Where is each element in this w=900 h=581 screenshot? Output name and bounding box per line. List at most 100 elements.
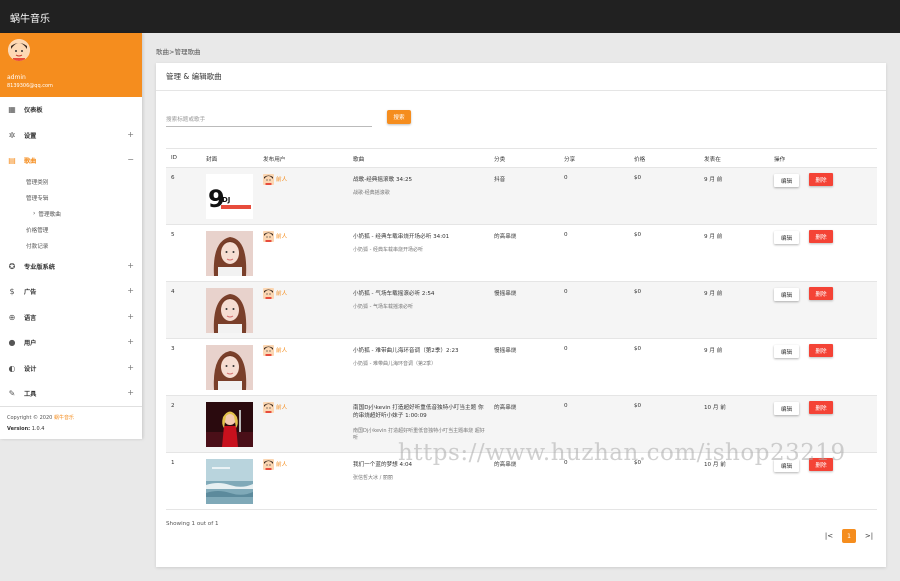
- song-title[interactable]: 我们一个蓝的梦想 4:04: [353, 460, 485, 468]
- delete-button[interactable]: 删除: [809, 344, 833, 357]
- delete-button[interactable]: 删除: [809, 173, 833, 186]
- sidebar-item-7[interactable]: ◐ 设计 +: [0, 356, 142, 382]
- song-title[interactable]: 小奶狐 - 经典车载串烧开场必听 34:01: [353, 232, 485, 240]
- cell-shares: 0: [564, 175, 568, 181]
- user-link[interactable]: 前人: [276, 291, 287, 297]
- edit-button[interactable]: 编辑: [774, 459, 799, 472]
- submenu-item-label: 管理歌曲: [38, 211, 61, 218]
- cell-user[interactable]: 前人: [263, 174, 287, 185]
- palette-icon: ◐: [8, 363, 16, 373]
- search-input[interactable]: [166, 113, 372, 127]
- expand-icon[interactable]: +: [127, 363, 134, 372]
- submenu-item-0[interactable]: 管理类别: [26, 174, 142, 190]
- sidebar-item-5[interactable]: ⊕ 语言 +: [0, 305, 142, 331]
- user-link[interactable]: 前人: [276, 234, 287, 240]
- expand-icon[interactable]: +: [127, 337, 134, 346]
- user-link[interactable]: 前人: [276, 348, 287, 354]
- page-button-current[interactable]: 1: [842, 529, 856, 543]
- page-title: 管理 & 编辑歌曲: [166, 72, 222, 81]
- cell-price: $0: [634, 346, 642, 352]
- chevron-right-icon: ›: [33, 210, 36, 217]
- cell-category: 的高串烧: [494, 234, 517, 240]
- wrench-icon: ✎: [8, 389, 16, 399]
- song-title[interactable]: 南国Dj小kevin 打造超好听重低音独特小叮当主题 你的串烧超好听小妹子 1:…: [353, 403, 485, 419]
- cell-user[interactable]: 前人: [263, 459, 287, 470]
- song-artist: 战歌-经典摇滚歌: [353, 190, 390, 196]
- last-page-button[interactable]: >|: [862, 529, 876, 543]
- submenu-item-2[interactable]: › 管理歌曲: [26, 206, 142, 222]
- user-link[interactable]: 前人: [276, 462, 287, 468]
- cell-user[interactable]: 前人: [263, 231, 287, 242]
- edit-button[interactable]: 编辑: [774, 402, 799, 415]
- submenu-item-label: 管理专辑: [26, 195, 49, 202]
- expand-icon[interactable]: +: [127, 261, 134, 270]
- delete-button[interactable]: 删除: [809, 230, 833, 243]
- cell-shares: 0: [564, 460, 568, 466]
- version-value: 1.0.4: [31, 426, 45, 432]
- sidebar-item-1[interactable]: ✲ 设置 +: [0, 123, 142, 149]
- table-row: 5 前人 小奶狐 - 经典车载串烧开场必听 34:01 小奶狐 - 经典车载串烧开场必…: [166, 225, 877, 282]
- edit-button[interactable]: 编辑: [774, 345, 799, 358]
- submenu-item-4[interactable]: 付款记录: [26, 238, 142, 254]
- user-link[interactable]: 前人: [276, 177, 287, 183]
- sidebar-item-8[interactable]: ✎ 工具 +: [0, 381, 142, 407]
- cell-user[interactable]: 前人: [263, 288, 287, 299]
- cell-user[interactable]: 前人: [263, 402, 287, 413]
- song-title[interactable]: 战歌-经典摇滚歌 34:25: [353, 175, 485, 183]
- cell-price: $0: [634, 403, 642, 409]
- user-avatar[interactable]: [8, 39, 30, 61]
- submenu-item-1[interactable]: 管理专辑: [26, 190, 142, 206]
- expand-icon[interactable]: +: [127, 388, 134, 397]
- pagination-summary: Showing 1 out of 1: [166, 521, 219, 527]
- delete-button[interactable]: 删除: [809, 401, 833, 414]
- expand-icon[interactable]: +: [127, 312, 134, 321]
- cell-posted: 9 月 前: [704, 177, 723, 183]
- column-header: 发布用户: [263, 157, 286, 163]
- cell-posted: 9 月 前: [704, 348, 723, 354]
- globe-icon: ⊕: [8, 312, 16, 322]
- cell-id: 1: [171, 460, 175, 466]
- edit-button[interactable]: 编辑: [774, 174, 799, 187]
- cell-id: 3: [171, 346, 175, 352]
- song-artist: 小奶狐 - 气场车载摇滚必听: [353, 304, 413, 310]
- svg-text:DJ: DJ: [222, 196, 230, 204]
- submenu-item-label: 付款记录: [26, 243, 49, 250]
- delete-button[interactable]: 删除: [809, 458, 833, 471]
- sidebar-item-6[interactable]: ● 用户 +: [0, 330, 142, 356]
- cover-image: [206, 459, 253, 504]
- user-link[interactable]: 前人: [276, 405, 287, 411]
- cell-price: $0: [634, 232, 642, 238]
- column-header: 操作: [774, 157, 786, 163]
- sidebar-item-3[interactable]: ✪ 专业版系统 +: [0, 254, 142, 280]
- expand-icon[interactable]: +: [127, 130, 134, 139]
- sidebar-item-label: 用户: [24, 340, 37, 348]
- delete-button[interactable]: 删除: [809, 287, 833, 300]
- song-title[interactable]: 小奶狐 - 难带曲儿海环音调（第2季）2:23: [353, 346, 485, 354]
- edit-button[interactable]: 编辑: [774, 288, 799, 301]
- app-title[interactable]: 蜗牛音乐: [10, 10, 50, 25]
- sidebar-item-4[interactable]: $ 广告 +: [0, 279, 142, 305]
- cell-category: 的高串烧: [494, 462, 517, 468]
- cell-posted: 9 月 前: [704, 291, 723, 297]
- submenu-item-label: 价格管理: [26, 227, 49, 234]
- user-email: 8139306@qq.com: [7, 83, 53, 89]
- song-title[interactable]: 小奶狐 - 气场车载摇滚必听 2:54: [353, 289, 485, 297]
- cell-category: 慢摇串烧: [494, 291, 517, 297]
- copyright-brand-link[interactable]: 蜗牛音乐: [54, 415, 74, 421]
- collapse-icon[interactable]: −: [127, 155, 134, 164]
- first-page-button[interactable]: |<: [822, 529, 836, 543]
- search-button[interactable]: 搜索: [387, 110, 411, 124]
- sidebar-item-2[interactable]: ▤ 歌曲 −: [0, 148, 142, 174]
- table-body: 6 9 DJ 前人 战歌-经典摇滚歌 34:25 战歌-经典摇滚歌 抖音 0 $0 9 月 前编辑…: [166, 168, 877, 510]
- cell-user[interactable]: 前人: [263, 345, 287, 356]
- cell-category: 慢摇串烧: [494, 348, 517, 354]
- edit-button[interactable]: 编辑: [774, 231, 799, 244]
- expand-icon[interactable]: +: [127, 286, 134, 295]
- sidebar-item-label: 歌曲: [24, 158, 37, 166]
- submenu-item-3[interactable]: 价格管理: [26, 222, 142, 238]
- user-avatar-icon: [263, 345, 274, 356]
- table-row: 6 9 DJ 前人 战歌-经典摇滚歌 34:25 战歌-经典摇滚歌 抖音 0 $0 9 月 前 编辑…: [166, 168, 877, 225]
- top-app-bar: 蜗牛音乐: [0, 0, 900, 33]
- sidebar-item-0[interactable]: ▦ 仪表板: [0, 97, 142, 123]
- card-divider: [156, 90, 886, 91]
